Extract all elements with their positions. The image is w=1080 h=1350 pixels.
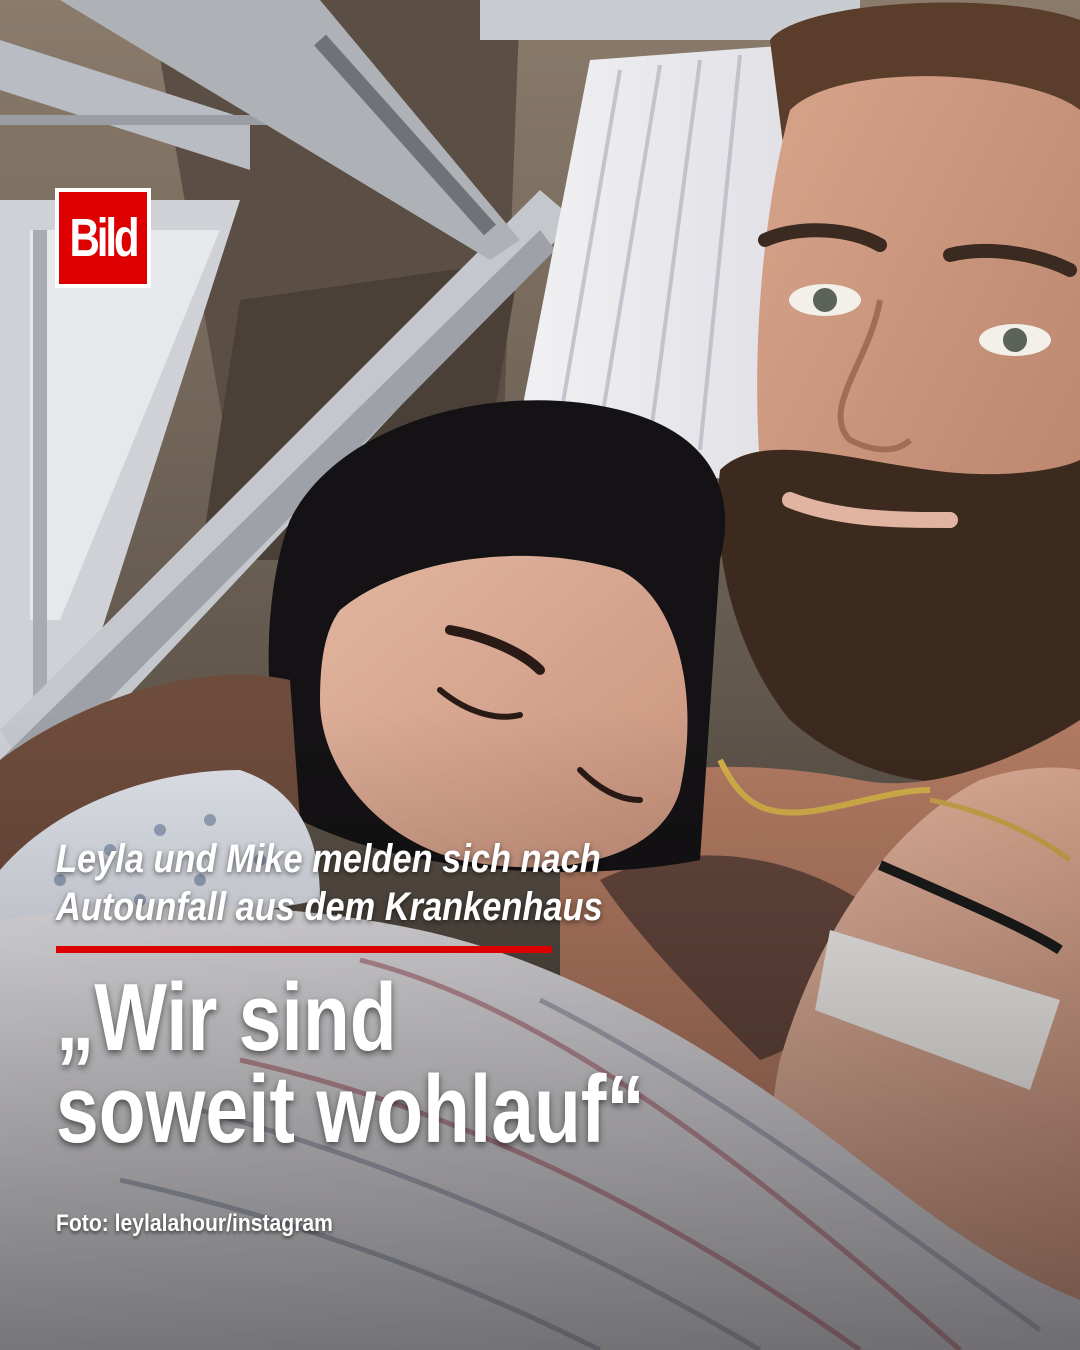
subline-line-1: Leyla und Mike melden sich nach (56, 837, 601, 881)
headline-line-1: „Wir sind (56, 964, 397, 1071)
post-card: Bild Leyla und Mike melden sich nach Aut… (0, 0, 1080, 1350)
headline: „Wir sind soweit wohlauf“ (56, 964, 664, 1163)
bild-logo: Bild (55, 188, 151, 288)
subline: Leyla und Mike melden sich nach Autounfa… (56, 835, 675, 931)
headline-line-2: soweit wohlauf“ (56, 1056, 645, 1163)
red-divider (56, 946, 552, 953)
logo-text: Bild (69, 208, 139, 268)
subline-line-2: Autounfall aus dem Krankenhaus (56, 885, 603, 929)
photo-credit: Foto: leylalahour/instagram (56, 1210, 333, 1237)
